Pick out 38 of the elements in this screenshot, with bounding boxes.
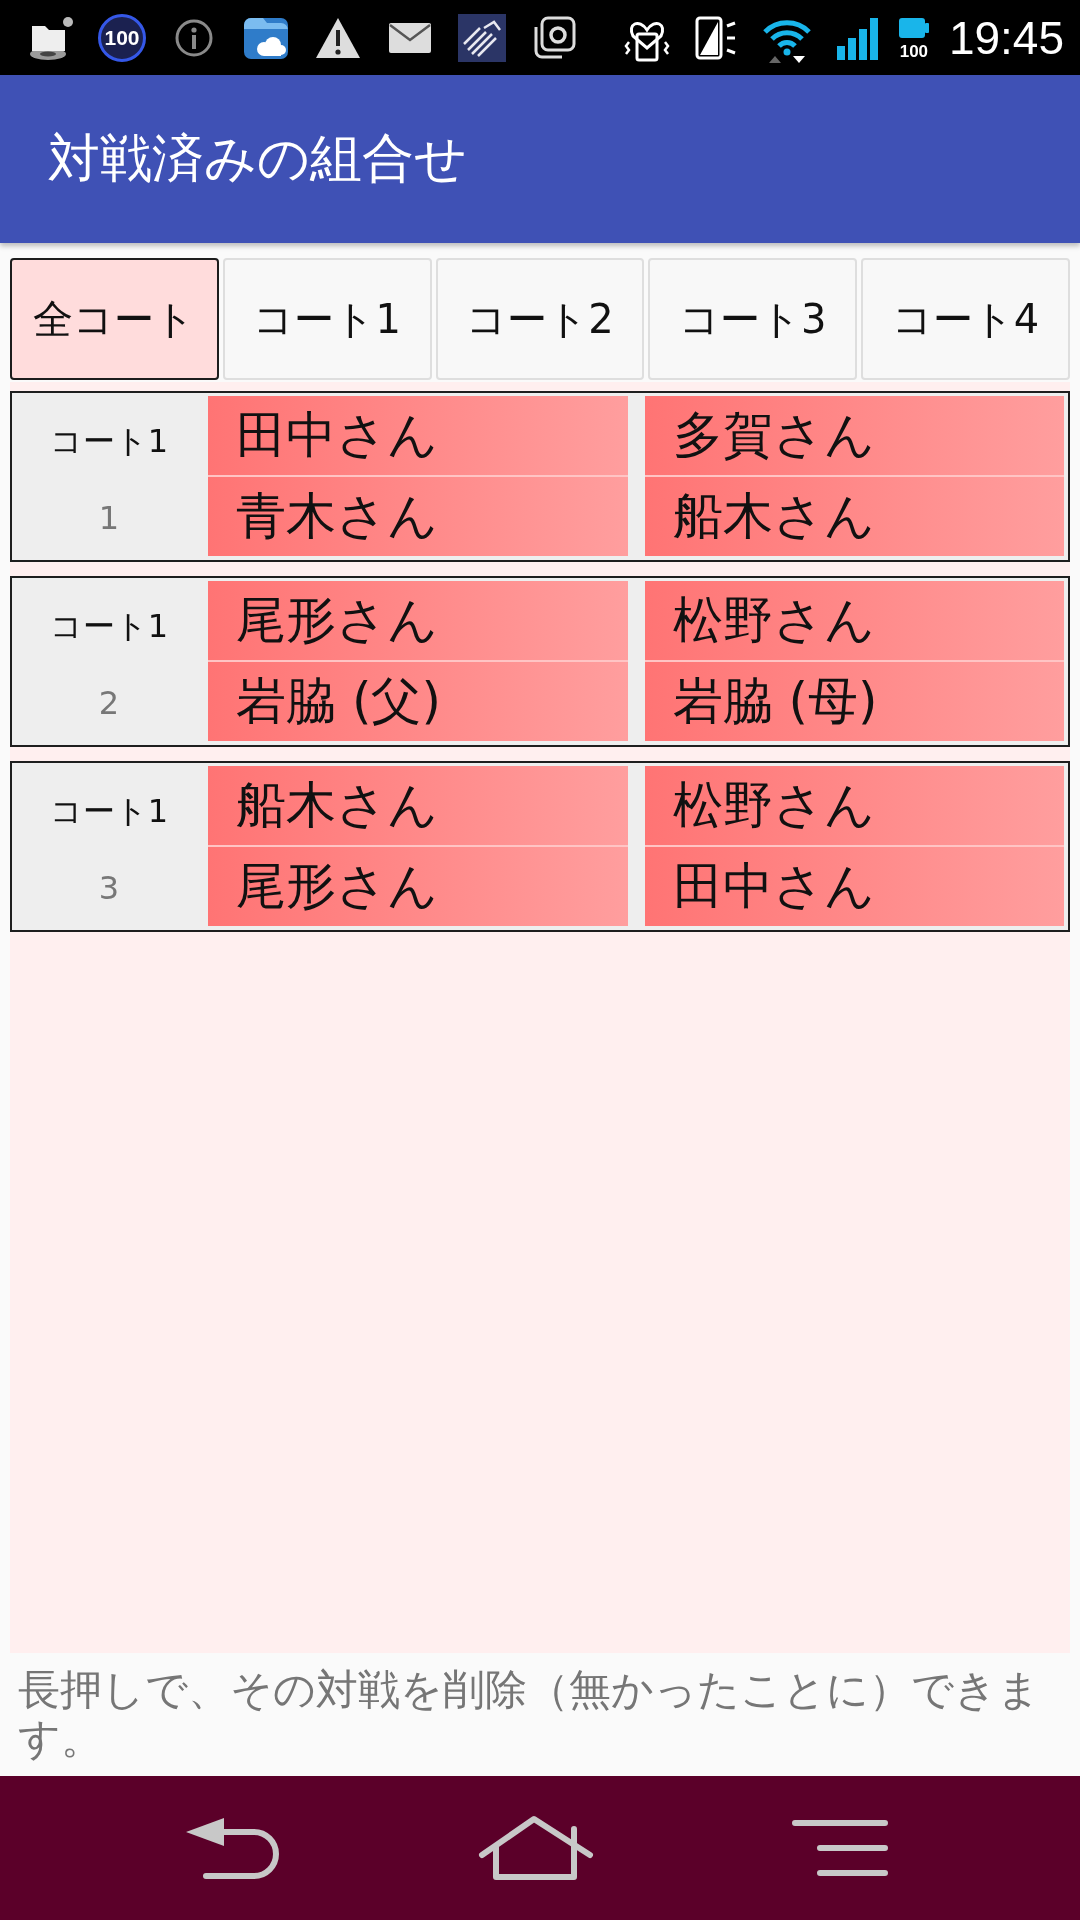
player-name-cell: 船木さん (644, 475, 1064, 556)
player-name-cell: 岩脇 (父) (208, 660, 628, 741)
player-name-cell: 松野さん (644, 581, 1064, 660)
court-tab[interactable]: コート4 (861, 258, 1070, 380)
court-tab[interactable]: 全コート (10, 258, 219, 380)
battery-icon (898, 15, 929, 41)
match-number: 2 (98, 684, 120, 722)
player-name-cell: 船木さん (208, 766, 628, 845)
court-tab[interactable]: コート3 (648, 258, 858, 380)
match-number: 3 (98, 869, 120, 907)
player-name-cell: 青木さん (208, 475, 628, 556)
back-icon[interactable] (184, 1816, 280, 1880)
player-name-cell: 田中さん (644, 845, 1064, 926)
clock-time: 19:45 (948, 11, 1064, 64)
menu-icon[interactable] (792, 1819, 888, 1877)
mail-icon (386, 20, 434, 55)
player-name-cell: 多賀さん (644, 396, 1064, 475)
court-label: コート1 (49, 606, 169, 647)
signal-icon (834, 15, 879, 60)
match-card[interactable]: コート1 3 船木さん 尾形さん 松野さん 田中さん (10, 761, 1070, 932)
home-icon[interactable] (478, 1815, 594, 1881)
hint-text: 長押しで、その対戦を削除（無かったことに）できます。 (18, 1665, 1041, 1763)
match-card[interactable]: コート1 2 尾形さん 岩脇 (父) 松野さん 岩脇 (母) (10, 576, 1070, 747)
player-name-cell: 田中さん (208, 396, 628, 475)
screen-title: 対戦済みの組合せ (48, 127, 467, 190)
match-number: 1 (98, 499, 120, 537)
striped-tile-icon (458, 13, 506, 62)
player-name-cell: 尾形さん (208, 845, 628, 926)
match-card[interactable]: コート1 1 田中さん 青木さん 多賀さん 船木さん (10, 391, 1070, 562)
player-name-cell: 岩脇 (母) (644, 660, 1064, 741)
player-name-cell: 尾形さん (208, 581, 628, 660)
court-label: コート1 (49, 421, 169, 462)
court-tab[interactable]: コート2 (435, 258, 645, 380)
battery-percent: 100 (899, 43, 929, 60)
player-name-cell: 松野さん (644, 766, 1064, 845)
notification-count: 100 (98, 13, 146, 62)
court-tab[interactable]: コート1 (222, 258, 432, 380)
court-label: コート1 (49, 791, 169, 832)
